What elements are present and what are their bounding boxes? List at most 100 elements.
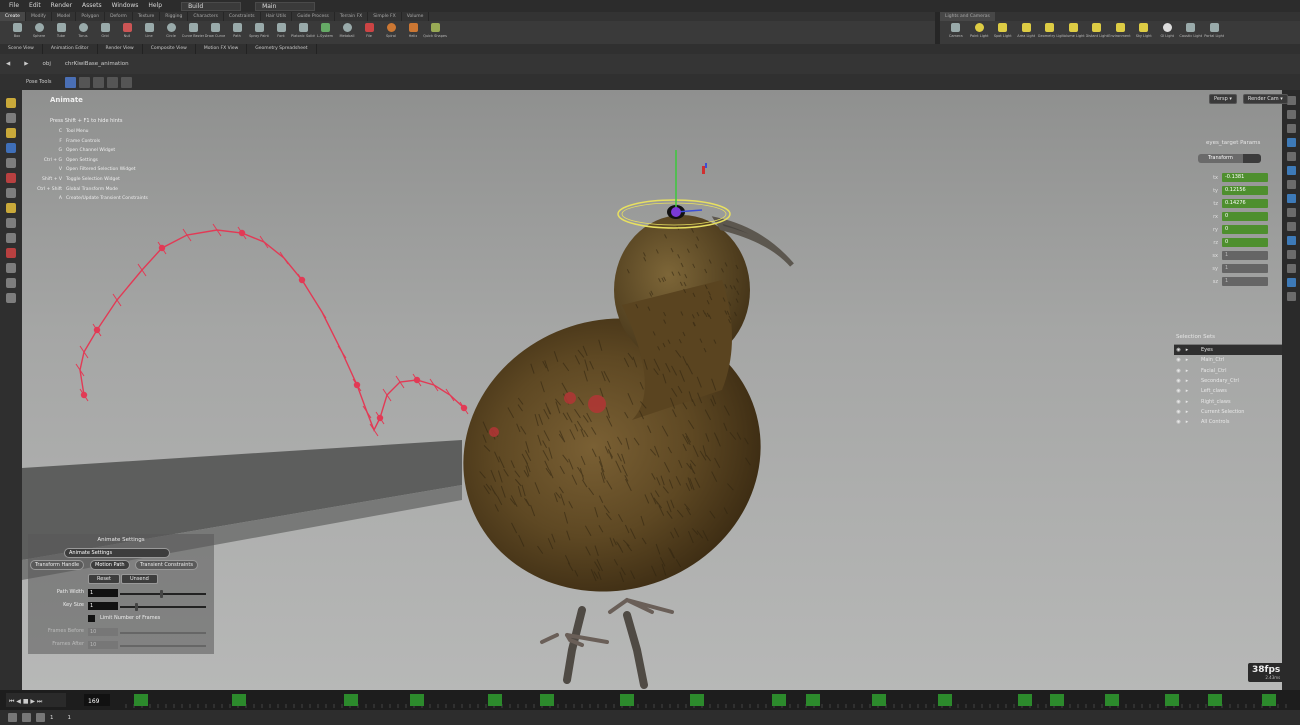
keyframe-marker[interactable]	[1050, 694, 1064, 706]
shelf-tab[interactable]: Constraints	[224, 12, 261, 21]
forward-arrow-icon[interactable]: ▶	[24, 61, 28, 67]
move-tool-icon[interactable]	[93, 76, 105, 88]
param-field[interactable]: 1	[1222, 277, 1268, 286]
motion-path-key[interactable]	[413, 376, 421, 384]
shelf-tab[interactable]: Create	[0, 12, 26, 21]
keyframe-marker[interactable]	[488, 694, 502, 706]
tab-motion-fx-view[interactable]: Motion FX View	[196, 44, 248, 54]
menu-windows[interactable]: Windows	[107, 0, 144, 12]
camera-view-icon[interactable]	[6, 263, 16, 273]
frames-after-field[interactable]: 10	[88, 641, 118, 649]
keyframe-marker[interactable]	[806, 694, 820, 706]
point-light-tool[interactable]: Point Light	[968, 21, 992, 44]
scale-tool-icon[interactable]	[121, 76, 133, 88]
distant-light-tool[interactable]: Distant Light	[1085, 21, 1109, 44]
desktop-select[interactable]: Build	[181, 1, 242, 11]
selection-set-item[interactable]: ◉ ▸ Eyes	[1174, 345, 1282, 356]
tab-motion-path[interactable]: Motion Path	[90, 560, 130, 570]
light-icon[interactable]	[6, 293, 16, 303]
flipbook-icon[interactable]	[1286, 278, 1296, 287]
brush-icon[interactable]	[6, 203, 16, 213]
display-options-icon[interactable]	[1286, 96, 1296, 105]
keyframe-marker[interactable]	[690, 694, 704, 706]
frames-before-slider[interactable]	[120, 632, 206, 634]
camera-tool[interactable]: Camera	[944, 21, 968, 44]
motion-path-key[interactable]	[460, 404, 468, 412]
shelf-tab[interactable]: Characters	[188, 12, 224, 21]
caustic-light-tool[interactable]: Caustic Light	[1179, 21, 1203, 44]
selection-set-item[interactable]: ◉ ▸ Secondary_Ctrl	[1174, 376, 1282, 386]
grid-tool[interactable]: Grid	[94, 21, 116, 44]
helix-tool[interactable]: Helix	[402, 21, 424, 44]
select-tool-icon[interactable]	[79, 76, 91, 88]
keyframe-marker[interactable]	[1105, 694, 1119, 706]
shelf-tab[interactable]: Texture	[133, 12, 161, 21]
geometry-light-tool[interactable]: Geometry Light	[1038, 21, 1062, 44]
keyframe-marker[interactable]	[232, 694, 246, 706]
key-size-knob[interactable]	[135, 603, 138, 611]
move-icon[interactable]	[6, 113, 16, 123]
audio-icon[interactable]	[36, 713, 45, 722]
wireframe-icon[interactable]	[1286, 138, 1296, 147]
rotate-icon[interactable]	[6, 128, 16, 138]
snap-icon[interactable]	[6, 218, 16, 228]
shelf-tab[interactable]: Terrain FX	[335, 12, 369, 21]
range-start[interactable]: 1	[50, 715, 54, 721]
file-tool[interactable]: File	[358, 21, 380, 44]
frames-before-field[interactable]: 10	[88, 628, 118, 636]
param-field[interactable]: 1	[1222, 264, 1268, 273]
motion-path-key[interactable]	[376, 414, 384, 422]
unsend-button[interactable]: Unsend	[121, 574, 158, 584]
shelf-tab[interactable]: Volume	[402, 12, 430, 21]
motion-path-key[interactable]	[353, 381, 361, 389]
param-field[interactable]: 0	[1222, 225, 1268, 234]
lsystem-tool[interactable]: L-System	[314, 21, 336, 44]
menu-assets[interactable]: Assets	[77, 0, 107, 12]
shelf-tab[interactable]: Deform	[105, 12, 133, 21]
motion-path-key[interactable]	[298, 276, 306, 284]
shelf-tab[interactable]: Model	[52, 12, 77, 21]
control-dot[interactable]	[489, 427, 499, 437]
reset-button[interactable]: Reset	[88, 574, 120, 584]
keyframe-marker[interactable]	[134, 694, 148, 706]
grid-snap-icon[interactable]	[6, 233, 16, 243]
motion-path-line[interactable]	[79, 229, 465, 432]
tab-composite-view[interactable]: Composite View	[143, 44, 196, 54]
key-size-field[interactable]: 1	[88, 602, 118, 610]
keyframe-marker[interactable]	[1165, 694, 1179, 706]
realtime-icon[interactable]	[8, 713, 17, 722]
box-tool[interactable]: Box	[6, 21, 28, 44]
environment-light-tool[interactable]: Environment Light	[1108, 21, 1132, 44]
param-field[interactable]: 0.12156	[1222, 186, 1268, 195]
points-icon[interactable]	[1286, 152, 1296, 161]
background-icon[interactable]	[1286, 222, 1296, 231]
tab-transient-constraints[interactable]: Transient Constraints	[135, 560, 198, 570]
shelf-tab-lights[interactable]: Lights and Cameras	[940, 12, 995, 21]
limit-frames-checkbox[interactable]	[88, 615, 95, 622]
frames-after-slider[interactable]	[120, 645, 206, 647]
keyframe-marker[interactable]	[1262, 694, 1276, 706]
kiwi-character[interactable]	[428, 205, 797, 689]
keyframe-marker[interactable]	[872, 694, 886, 706]
magnet-icon[interactable]	[6, 248, 16, 258]
pivot-handle[interactable]	[671, 207, 681, 217]
param-field[interactable]: 0	[1222, 238, 1268, 247]
motion-path-key[interactable]	[238, 229, 246, 237]
camera-icon[interactable]	[1286, 250, 1296, 259]
area-light-tool[interactable]: Area Light	[1015, 21, 1039, 44]
menu-edit[interactable]: Edit	[24, 0, 46, 12]
circle-tool[interactable]: Circle	[160, 21, 182, 44]
param-field[interactable]: 0	[1222, 212, 1268, 221]
param-field[interactable]: 0.14276	[1222, 199, 1268, 208]
selection-set-item[interactable]: ◉ ▸ Facial_Ctrl	[1174, 366, 1282, 376]
selection-set-item[interactable]: ◉ ▸ Current Selection	[1174, 407, 1282, 417]
context-select[interactable]: Main	[255, 1, 316, 11]
animate-icon[interactable]	[6, 173, 16, 183]
path-width-field[interactable]: 1	[88, 589, 118, 597]
sky-light-tool[interactable]: Sky Light	[1132, 21, 1156, 44]
shelf-tab[interactable]: Hair Utils	[261, 12, 293, 21]
selection-set-item[interactable]: ◉ ▸ Right_claws	[1174, 396, 1282, 406]
rotate-tool-icon[interactable]	[107, 76, 119, 88]
display-icon[interactable]	[6, 278, 16, 288]
keyframe-marker[interactable]	[344, 694, 358, 706]
